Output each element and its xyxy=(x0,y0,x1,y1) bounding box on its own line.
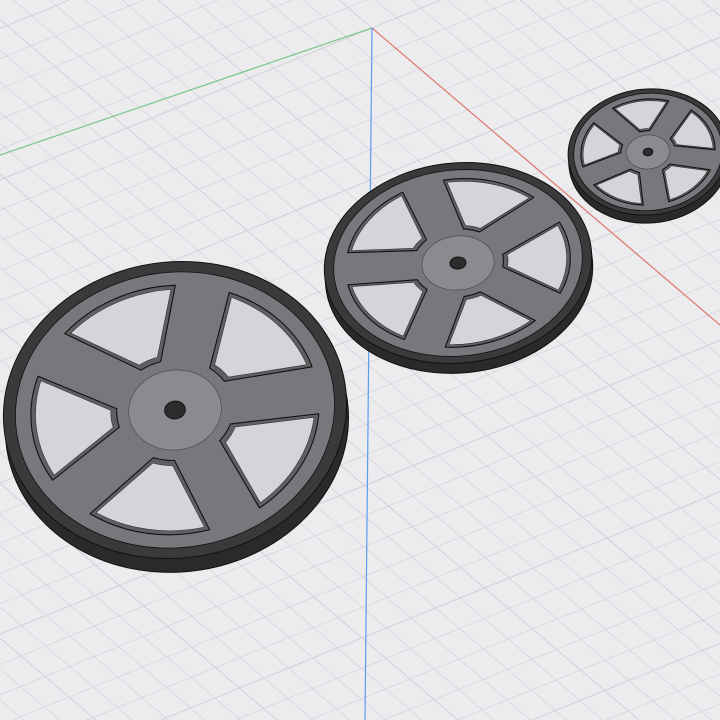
grid-line xyxy=(0,668,60,720)
z-axis-line xyxy=(364,27,373,720)
grid-line xyxy=(0,0,367,150)
grid-line xyxy=(0,0,293,120)
grid-line xyxy=(235,521,720,720)
3d-viewport[interactable] xyxy=(0,0,720,720)
grid-line xyxy=(0,0,441,181)
wheel-small[interactable] xyxy=(563,82,720,229)
grid-line xyxy=(680,703,720,720)
grid-line xyxy=(0,0,219,90)
axle-hole xyxy=(642,147,654,157)
grid-line xyxy=(0,606,133,720)
y-axis-line xyxy=(0,27,373,156)
grid-line xyxy=(0,637,97,720)
scene-canvas[interactable] xyxy=(0,0,720,720)
grid-line xyxy=(383,582,720,720)
grid-line xyxy=(0,699,24,720)
grid-line xyxy=(309,552,720,720)
grid-line xyxy=(0,0,70,29)
grid-line xyxy=(0,575,169,720)
grid-line xyxy=(664,0,720,48)
grid-line xyxy=(457,612,720,720)
wheel-large[interactable] xyxy=(0,240,368,595)
